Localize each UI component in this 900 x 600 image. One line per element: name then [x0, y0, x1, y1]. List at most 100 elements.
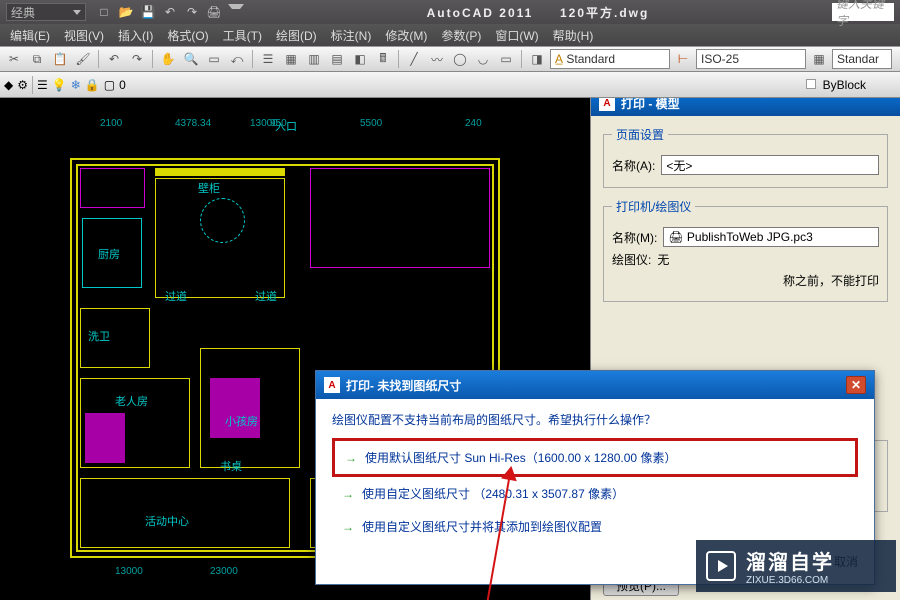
tablestyle-label: Standar	[837, 52, 879, 66]
menu-insert[interactable]: 插入(I)	[112, 25, 159, 46]
pan-icon[interactable]: ✋	[158, 49, 178, 69]
label-closet: 壁柜	[198, 180, 220, 196]
option-custom-add[interactable]: → 使用自定义图纸尺寸并将其添加到绘图仪配置	[332, 510, 858, 543]
title-bar: 经典 □ 📂 💾 ↶ ↷ 🖨 AutoCAD 2011 120平方.dwg 键入…	[0, 0, 900, 24]
color-dropdown[interactable]: ByBlock	[806, 78, 896, 92]
chevron-down-icon[interactable]	[228, 4, 244, 20]
workspace-dropdown[interactable]: 经典	[6, 3, 86, 21]
close-button[interactable]: ✕	[846, 376, 866, 394]
name-m-dropdown[interactable]: 🖨 PublishToWeb JPG.pc3	[663, 227, 879, 247]
option-custom-size[interactable]: → 使用自定义图纸尺寸 （2480.31 x 3507.87 像素）	[332, 477, 858, 510]
zoom-icon[interactable]: 🔍	[181, 49, 201, 69]
workspace-label: 经典	[11, 4, 35, 21]
drawing-canvas[interactable]: 13000 2100 4378.34 950 5500 240 入口 壁柜 厨房…	[0, 98, 900, 600]
sheet-set-icon[interactable]: ▤	[327, 49, 347, 69]
paste-icon[interactable]: 📋	[50, 49, 70, 69]
menu-window[interactable]: 窗口(W)	[489, 25, 544, 46]
undo-icon[interactable]: ↶	[104, 49, 124, 69]
dim-5: 240	[465, 118, 482, 129]
layer-icon[interactable]: ◨	[527, 49, 547, 69]
print-icon[interactable]: 🖨	[206, 4, 222, 20]
option-1-text: 使用默认图纸尺寸 Sun Hi-Res（1600.00 x 1280.00 像素…	[365, 449, 676, 466]
redo-icon[interactable]: ↷	[127, 49, 147, 69]
label-entry: 入口	[275, 118, 297, 134]
save-icon[interactable]: 💾	[140, 4, 156, 20]
gear-icon[interactable]: ⚙	[17, 78, 28, 92]
quick-access-toolbar: □ 📂 💾 ↶ ↷ 🖨	[96, 4, 244, 20]
label-elder: 老人房	[115, 393, 148, 409]
layer0-dropdown[interactable]: 0	[119, 78, 149, 92]
menu-help[interactable]: 帮助(H)	[547, 25, 600, 46]
menu-format[interactable]: 格式(O)	[161, 25, 214, 46]
label-kid: 小孩房	[225, 413, 258, 429]
watermark-title: 溜溜自学	[746, 546, 834, 575]
layer-prev-icon[interactable]: ◆	[4, 78, 13, 92]
arrow-icon: →	[342, 520, 354, 534]
open-icon[interactable]: 📂	[118, 4, 134, 20]
page-setup-legend: 页面设置	[612, 126, 668, 143]
color-label: ByBlock	[823, 78, 866, 92]
label-hall1: 过道	[165, 288, 187, 304]
label-activity: 活动中心	[145, 513, 189, 529]
menu-modify[interactable]: 修改(M)	[379, 25, 433, 46]
freeze-icon[interactable]: ❄	[71, 78, 81, 92]
rect-icon[interactable]: ▭	[496, 49, 516, 69]
calc-icon[interactable]: 🖩	[373, 49, 393, 69]
line-icon[interactable]: ╱	[404, 49, 424, 69]
menu-edit[interactable]: 编辑(E)	[4, 25, 56, 46]
label-bath: 洗卫	[88, 328, 110, 344]
menu-draw[interactable]: 绘图(D)	[270, 25, 323, 46]
option-3-text: 使用自定义图纸尺寸并将其添加到绘图仪配置	[362, 518, 602, 535]
cut-icon[interactable]: ✂	[4, 49, 24, 69]
redo-icon[interactable]: ↷	[184, 4, 200, 20]
printer-icon: 🖨	[668, 230, 683, 244]
doc-name: 120平方.dwg	[560, 6, 649, 20]
option-2-text: 使用自定义图纸尺寸 （2480.31 x 3507.87 像素）	[362, 485, 624, 502]
polyline-icon[interactable]: 〰	[427, 49, 447, 69]
table-icon[interactable]: ▦	[809, 49, 829, 69]
name-a-label: 名称(A):	[612, 157, 655, 174]
dimstyle-dropdown[interactable]: ISO-25	[696, 49, 806, 69]
tool-palette-icon[interactable]: ▥	[304, 49, 324, 69]
app-title: AutoCAD 2011 120平方.dwg	[244, 4, 832, 21]
undo-icon[interactable]: ↶	[162, 4, 178, 20]
circle-icon[interactable]: ◯	[450, 49, 470, 69]
option-default-size[interactable]: → 使用默认图纸尺寸 Sun Hi-Res（1600.00 x 1280.00 …	[332, 438, 858, 477]
lock-icon[interactable]: 🔒	[85, 78, 100, 92]
name-a-dropdown[interactable]: <无>	[661, 155, 879, 175]
dialog-prompt: 绘图仪配置不支持当前布局的图纸尺寸。希望执行什么操作？	[332, 411, 858, 428]
plotter-value: 无	[657, 251, 669, 268]
arrow-icon: →	[342, 487, 354, 501]
arc-icon[interactable]: ◡	[473, 49, 493, 69]
standard-toolbar: ✂ ⧉ 📋 🖌 ↶ ↷ ✋ 🔍 ▭ ⤺ ☰ ▦ ▥ ▤ ◧ 🖩 ╱ 〰 ◯ ◡ …	[0, 46, 900, 72]
menu-view[interactable]: 视图(V)	[58, 25, 110, 46]
search-input[interactable]: 键入关键字	[832, 3, 894, 21]
plot-dialog-title: A 打印 - 模型	[591, 98, 900, 116]
menu-tools[interactable]: 工具(T)	[217, 25, 268, 46]
lightbulb-icon[interactable]: 💡	[52, 78, 67, 92]
layer-manager-icon[interactable]: ☰	[37, 78, 48, 92]
dim-icon[interactable]: ⊢	[673, 49, 693, 69]
play-icon	[706, 551, 736, 581]
textstyle-dropdown[interactable]: A̲ Standard	[550, 49, 670, 69]
name-m-value: PublishToWeb JPG.pc3	[687, 230, 813, 244]
dialog-titlebar[interactable]: A 打印- 未找到图纸尺寸 ✕	[316, 371, 874, 399]
app-icon: A	[324, 377, 340, 393]
dim-2: 4378.34	[175, 118, 211, 129]
menu-dimension[interactable]: 标注(N)	[325, 25, 378, 46]
dimstyle-label: ISO-25	[701, 52, 739, 66]
tablestyle-dropdown[interactable]: Standar	[832, 49, 892, 69]
design-center-icon[interactable]: ▦	[281, 49, 301, 69]
properties-icon[interactable]: ☰	[258, 49, 278, 69]
menu-parametric[interactable]: 参数(P)	[435, 25, 487, 46]
color-icon[interactable]: ▢	[104, 78, 115, 92]
new-icon[interactable]: □	[96, 4, 112, 20]
copy-icon[interactable]: ⧉	[27, 49, 47, 69]
zoom-prev-icon[interactable]: ⤺	[227, 49, 247, 69]
dim-1: 2100	[100, 118, 122, 129]
markup-icon[interactable]: ◧	[350, 49, 370, 69]
match-icon[interactable]: 🖌	[73, 49, 93, 69]
zoom-window-icon[interactable]: ▭	[204, 49, 224, 69]
dim-b1: 13000	[115, 566, 143, 577]
plotter-note: 称之前，不能打印	[783, 272, 879, 289]
